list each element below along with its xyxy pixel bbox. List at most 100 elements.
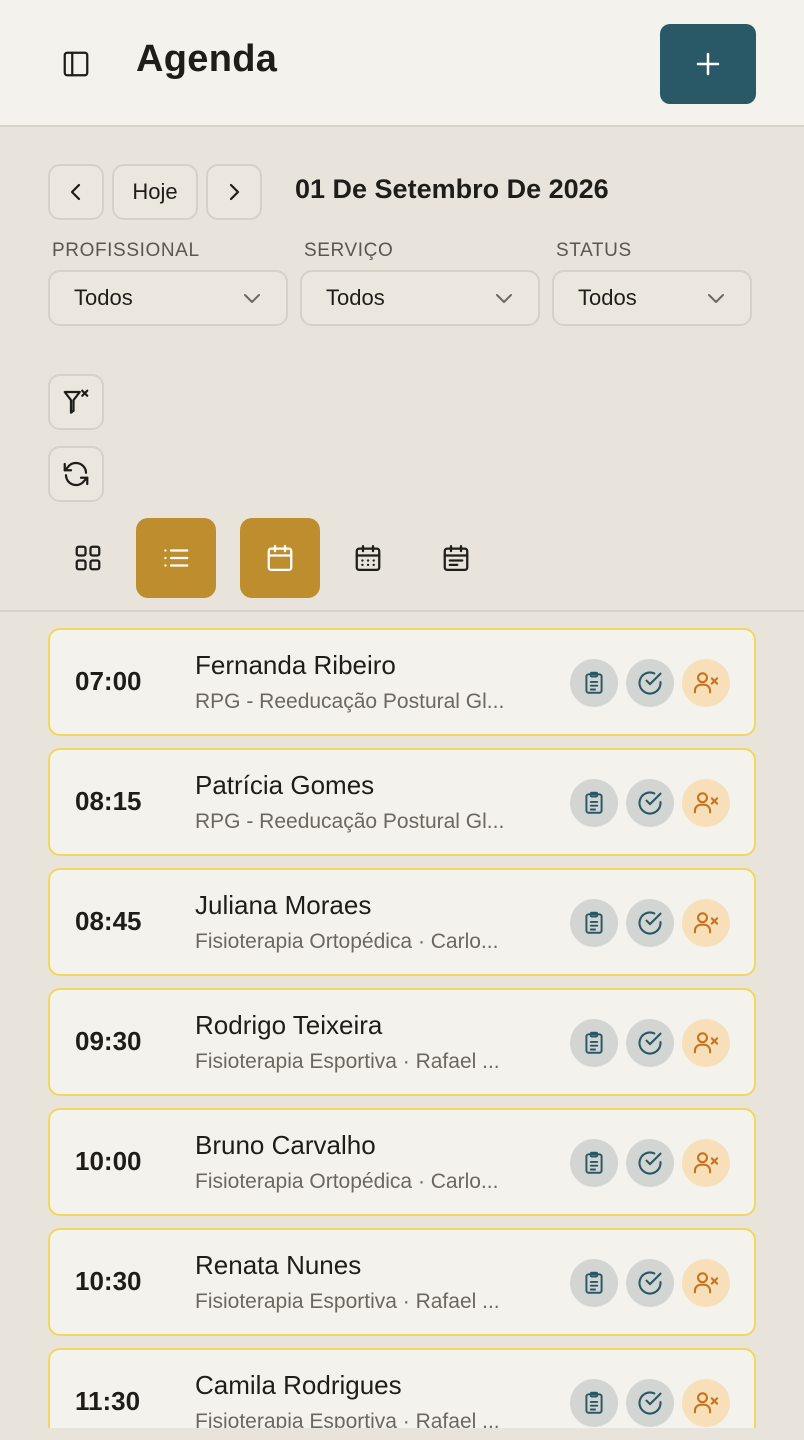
clipboard-icon	[585, 791, 603, 814]
appointment-card[interactable]: 07:00 Fernanda Ribeiro RPG - Reeducação …	[48, 628, 756, 736]
filter-x-icon	[63, 389, 89, 414]
plus-icon	[696, 52, 720, 76]
appointment-description: Fisioterapia Ortopédica · Carlo...	[195, 1170, 499, 1193]
app-header: Agenda	[0, 0, 804, 127]
appointment-time: 10:00	[75, 1146, 142, 1176]
user-x-icon	[693, 792, 719, 814]
appointment-description: Fisioterapia Esportiva · Rafael ...	[195, 1410, 500, 1428]
patient-name: Bruno Carvalho	[195, 1130, 376, 1160]
view-week-button[interactable]	[328, 518, 408, 598]
clipboard-button[interactable]	[570, 899, 618, 947]
refresh-icon	[63, 461, 89, 487]
confirm-button[interactable]	[626, 1019, 674, 1067]
clipboard-icon	[585, 1031, 603, 1054]
check-circle-icon	[638, 671, 662, 695]
status-select-value: Todos	[578, 285, 637, 310]
check-circle-icon	[638, 791, 662, 815]
clear-filters-button[interactable]	[48, 374, 104, 430]
clipboard-button[interactable]	[570, 1259, 618, 1307]
filter-label-profissional: PROFISSIONAL	[52, 240, 200, 261]
calendar-week-icon	[355, 545, 381, 571]
appointment-description: RPG - Reeducação Postural Gl...	[195, 810, 505, 833]
appointment-description: Fisioterapia Esportiva · Rafael ...	[195, 1290, 500, 1313]
patient-name: Juliana Moraes	[195, 890, 372, 920]
view-list-button[interactable]	[136, 518, 216, 598]
clipboard-icon	[585, 911, 603, 934]
calendar-month-icon	[443, 545, 469, 571]
chevron-down-icon	[244, 294, 260, 303]
filter-label-status: STATUS	[556, 240, 632, 261]
confirm-button[interactable]	[626, 659, 674, 707]
next-day-button[interactable]	[206, 164, 262, 220]
appointment-time: 11:30	[75, 1386, 141, 1416]
divider	[0, 610, 804, 612]
no-show-button[interactable]	[682, 659, 730, 707]
no-show-button[interactable]	[682, 1379, 730, 1427]
user-x-icon	[693, 1152, 719, 1174]
check-circle-icon	[638, 1391, 662, 1415]
confirm-button[interactable]	[626, 899, 674, 947]
chevron-right-icon	[229, 183, 240, 201]
appointment-time: 08:15	[75, 786, 142, 816]
appointment-time: 08:45	[75, 906, 142, 936]
sidebar-toggle-icon[interactable]	[56, 44, 96, 84]
user-x-icon	[693, 1032, 719, 1054]
check-circle-icon	[638, 1031, 662, 1055]
service-select[interactable]: Todos	[300, 270, 540, 326]
clipboard-icon	[585, 1391, 603, 1414]
appointment-time: 09:30	[75, 1026, 142, 1056]
clipboard-button[interactable]	[570, 779, 618, 827]
no-show-button[interactable]	[682, 1139, 730, 1187]
no-show-button[interactable]	[682, 899, 730, 947]
appointment-description: Fisioterapia Ortopédica · Carlo...	[195, 930, 499, 953]
chevron-down-icon	[496, 294, 512, 303]
appointment-card[interactable]: 08:45 Juliana Moraes Fisioterapia Ortopé…	[48, 868, 756, 976]
status-select[interactable]: Todos	[552, 270, 752, 326]
clipboard-button[interactable]	[570, 1139, 618, 1187]
user-x-icon	[693, 1392, 719, 1414]
no-show-button[interactable]	[682, 779, 730, 827]
patient-name: Camila Rodrigues	[195, 1370, 402, 1400]
clipboard-button[interactable]	[570, 659, 618, 707]
filter-label-servico: SERVIÇO	[304, 240, 394, 261]
view-month-button[interactable]	[416, 518, 496, 598]
today-label: Hoje	[132, 179, 178, 204]
appointment-description: Fisioterapia Esportiva · Rafael ...	[195, 1050, 500, 1073]
appointment-card[interactable]: 09:30 Rodrigo Teixeira Fisioterapia Espo…	[48, 988, 756, 1096]
appointment-card[interactable]: 10:30 Renata Nunes Fisioterapia Esportiv…	[48, 1228, 756, 1336]
appointment-description: RPG - Reeducação Postural Gl...	[195, 690, 505, 713]
calendar-icon	[267, 545, 293, 571]
no-show-button[interactable]	[682, 1019, 730, 1067]
list-icon	[164, 549, 189, 567]
check-circle-icon	[638, 911, 662, 935]
appointment-list: 07:00 Fernanda Ribeiro RPG - Reeducação …	[48, 628, 756, 1428]
user-x-icon	[693, 912, 719, 934]
appointment-card[interactable]: 10:00 Bruno Carvalho Fisioterapia Ortopé…	[48, 1108, 756, 1216]
confirm-button[interactable]	[626, 1139, 674, 1187]
grid-icon	[75, 545, 101, 571]
patient-name: Patrícia Gomes	[195, 770, 375, 800]
confirm-button[interactable]	[626, 1379, 674, 1427]
appointment-card[interactable]: 08:15 Patrícia Gomes RPG - Reeducação Po…	[48, 748, 756, 856]
no-show-button[interactable]	[682, 1259, 730, 1307]
today-button[interactable]: Hoje	[112, 164, 198, 220]
check-circle-icon	[638, 1271, 662, 1295]
professional-select[interactable]: Todos	[48, 270, 288, 326]
clipboard-icon	[585, 671, 603, 694]
chevron-down-icon	[708, 294, 724, 303]
patient-name: Renata Nunes	[195, 1250, 362, 1280]
clipboard-button[interactable]	[570, 1379, 618, 1427]
appointment-time: 10:30	[75, 1266, 142, 1296]
chevron-left-icon	[70, 183, 81, 201]
refresh-button[interactable]	[48, 446, 104, 502]
current-date: 01 De Setembro De 2026	[295, 174, 609, 204]
previous-day-button[interactable]	[48, 164, 104, 220]
confirm-button[interactable]	[626, 779, 674, 827]
view-grid-button[interactable]	[48, 518, 128, 598]
confirm-button[interactable]	[626, 1259, 674, 1307]
view-day-button[interactable]	[240, 518, 320, 598]
clipboard-button[interactable]	[570, 1019, 618, 1067]
appointment-card[interactable]: 11:30 Camila Rodrigues Fisioterapia Espo…	[48, 1348, 756, 1428]
add-appointment-button[interactable]	[660, 24, 756, 104]
page-title: Agenda	[136, 38, 278, 80]
